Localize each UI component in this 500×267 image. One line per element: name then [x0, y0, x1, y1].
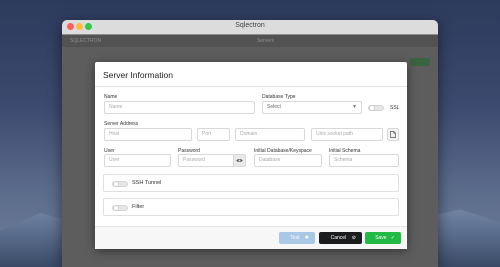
ssl-label: SSL [390, 105, 400, 111]
ssh-tunnel-label: SSH Tunnel [132, 180, 162, 186]
file-browse-button[interactable] [387, 128, 399, 141]
window-titlebar: Sqlectron [62, 20, 438, 35]
divider [95, 86, 407, 87]
database-type-select[interactable]: Select ▼ [262, 101, 362, 114]
chevron-down-icon: ▼ [352, 104, 357, 110]
plug-icon: ✱ [304, 235, 309, 241]
filter-toggle[interactable] [112, 205, 128, 211]
initial-schema-input[interactable]: Schema [329, 154, 399, 167]
ssh-tunnel-toggle[interactable] [112, 181, 128, 187]
filter-label: Filter [132, 204, 145, 210]
port-input[interactable]: Port [197, 128, 230, 141]
save-button-label: Save [375, 235, 387, 241]
test-button-label: Test [290, 235, 300, 241]
filter-section: Filter [103, 198, 399, 216]
database-type-label: Database Type [262, 94, 296, 100]
show-password-button[interactable] [233, 154, 246, 167]
eye-icon [236, 159, 243, 162]
checkmark-icon: ✓ [390, 235, 395, 241]
file-icon [390, 131, 396, 138]
unix-socket-input[interactable]: Unix socket path [311, 128, 383, 141]
database-type-value: Select [267, 104, 281, 110]
window-title: Sqlectron [235, 22, 265, 29]
test-button[interactable]: Test ✱ [279, 232, 315, 244]
ssl-toggle[interactable] [368, 105, 384, 111]
save-button[interactable]: Save ✓ [365, 232, 401, 244]
user-input[interactable]: User [104, 154, 171, 167]
initial-database-input[interactable]: Database [254, 154, 322, 167]
password-input[interactable]: Password [178, 154, 234, 167]
ssh-tunnel-section: SSH Tunnel [103, 174, 399, 192]
cancel-button[interactable]: Cancel ⊘ [319, 232, 362, 244]
name-label: Name [104, 94, 118, 100]
cancel-button-label: Cancel [330, 235, 347, 241]
domain-input[interactable]: Domain [235, 128, 305, 141]
dialog-footer: Test ✱ Cancel ⊘ Save ✓ [95, 226, 407, 249]
host-input[interactable]: Host [104, 128, 192, 141]
ban-icon: ⊘ [351, 235, 356, 241]
name-input[interactable]: Name [104, 101, 255, 114]
server-address-label: Server Address [104, 121, 139, 127]
dialog-title: Server Information [103, 70, 173, 80]
server-information-dialog: Server Information Name Name Database Ty… [95, 62, 407, 249]
